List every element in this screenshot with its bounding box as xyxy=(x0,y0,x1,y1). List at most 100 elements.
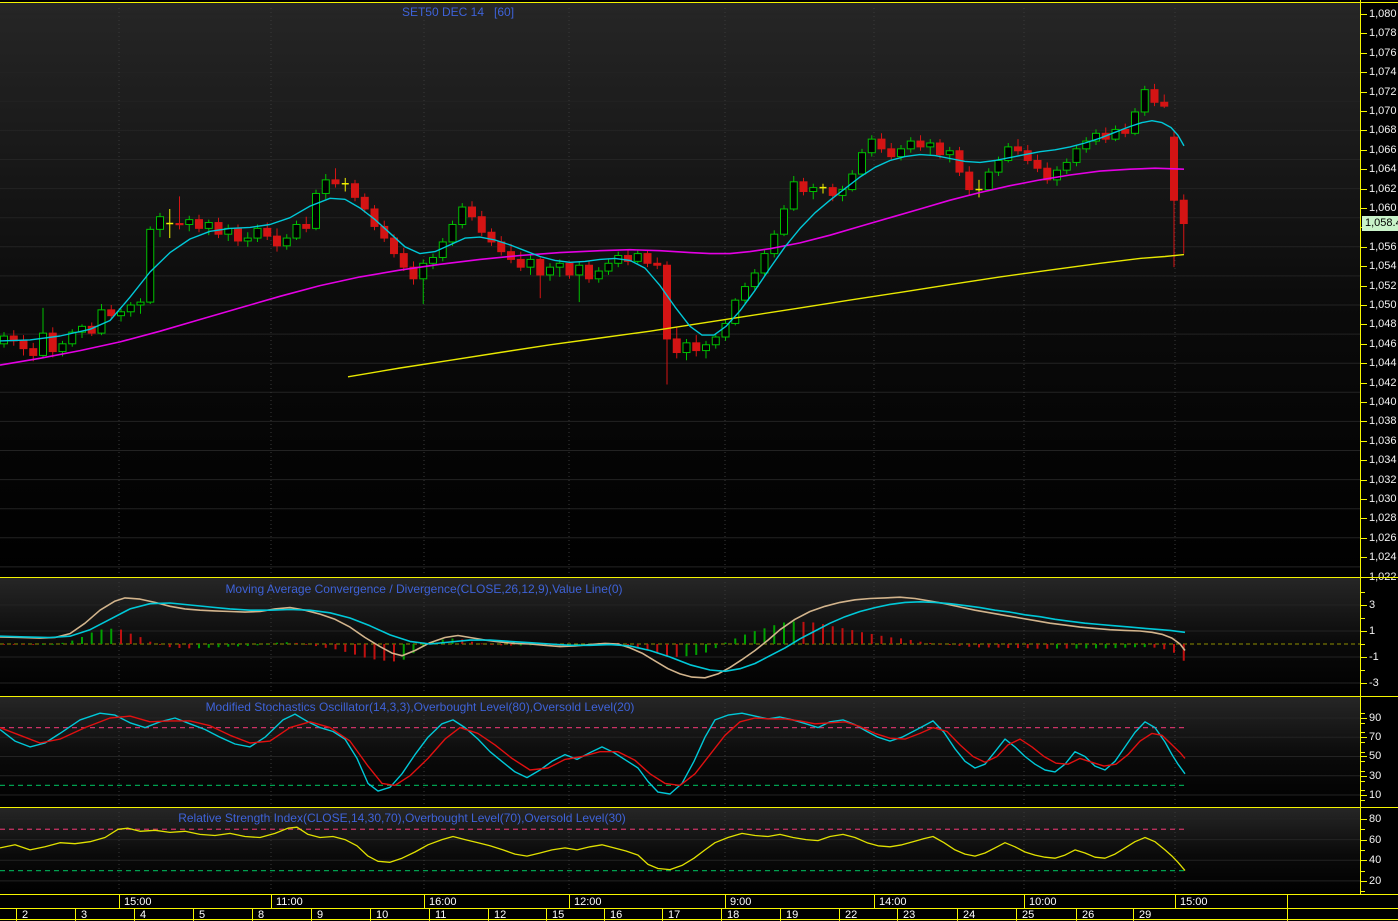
candle-body xyxy=(273,235,281,247)
axis-tick xyxy=(1361,605,1367,606)
axis-tick xyxy=(1361,363,1367,365)
macd-histogram-bar xyxy=(958,644,961,646)
axis-tick xyxy=(1361,14,1367,15)
macd-histogram-bar xyxy=(500,644,503,646)
candle-body xyxy=(1033,159,1042,169)
axis-tick xyxy=(1361,460,1367,462)
candle-body xyxy=(390,237,398,255)
price-axis-label: 1,062 xyxy=(1369,182,1397,195)
rsi-panel-title: Relative Strength Index(CLOSE,14,30,70),… xyxy=(178,811,626,825)
macd-histogram-bar xyxy=(217,644,220,648)
price-axis-label: 1,076 xyxy=(1369,46,1397,59)
macd-histogram-bar xyxy=(880,635,883,644)
candle-body xyxy=(282,237,291,247)
candle-body xyxy=(39,332,47,356)
candle-body xyxy=(702,344,710,352)
axis-tick xyxy=(1361,499,1367,500)
candle-body xyxy=(0,335,8,345)
axis-tick xyxy=(1361,670,1365,671)
candle-body xyxy=(29,348,38,356)
axis-tick xyxy=(1361,770,1365,772)
macd-histogram-bar xyxy=(861,632,863,644)
candle-body xyxy=(351,183,359,198)
macd-histogram-bar xyxy=(110,628,113,644)
axis-tick xyxy=(1361,305,1367,306)
macd-histogram-bar xyxy=(324,644,327,648)
price-axis-label: 1,034 xyxy=(1369,454,1397,467)
candle-body xyxy=(984,171,993,191)
macd-histogram-bar xyxy=(363,644,366,658)
macd-histogram-bar xyxy=(51,644,54,645)
candle-body xyxy=(263,227,272,237)
macd-histogram-bar xyxy=(61,642,64,644)
candle-body xyxy=(458,206,467,225)
price-axis[interactable]: 1,080 1,078 1,076 1,074 1,072 1,070 1,068 1,066… xyxy=(1360,0,1398,895)
candle-body xyxy=(643,253,652,264)
time-tick xyxy=(874,895,875,908)
macd-histogram-bar xyxy=(100,629,103,644)
price-axis-label: 1,038 xyxy=(1369,415,1397,428)
candle-body xyxy=(536,258,545,276)
macd-histogram-bar xyxy=(1173,644,1175,653)
axis-tick xyxy=(1361,382,1367,384)
macd-histogram-bar xyxy=(1104,644,1107,649)
candle-body xyxy=(770,233,779,255)
price-axis-label: 1,046 xyxy=(1369,337,1397,350)
time-tick xyxy=(119,895,120,908)
candle-body xyxy=(146,228,155,303)
candle-body xyxy=(682,342,691,354)
axis-tick xyxy=(1361,732,1365,734)
macd-histogram-bar xyxy=(695,644,698,655)
time-label: 9:00 xyxy=(730,896,752,908)
candle-body xyxy=(994,159,1003,173)
candle-body xyxy=(19,340,28,350)
candle-body xyxy=(828,187,837,196)
macd-histogram-bar xyxy=(978,644,980,648)
axis-tick xyxy=(1361,737,1367,739)
macd-histogram-bar xyxy=(256,644,259,646)
stoch-axis-label: 50 xyxy=(1369,750,1382,763)
macd-histogram-bar xyxy=(22,644,25,645)
bottom-border xyxy=(0,919,1398,920)
macd-histogram-bar xyxy=(510,644,512,646)
macd-histogram-bar xyxy=(1075,644,1078,649)
macd-histogram-bar xyxy=(831,626,834,644)
candle-body xyxy=(58,343,67,353)
macd-histogram-bar xyxy=(3,644,5,645)
candle-body xyxy=(321,179,330,194)
axis-tick xyxy=(1361,717,1367,719)
axis-tick xyxy=(1361,130,1367,132)
macd-histogram-bar xyxy=(948,644,951,646)
axis-tick xyxy=(1361,537,1367,539)
candle-body xyxy=(760,253,769,274)
macd-histogram-bar xyxy=(237,644,239,647)
macd-histogram-bar xyxy=(227,644,230,647)
candle-body xyxy=(653,262,662,266)
axis-tick xyxy=(1361,722,1365,724)
candle-body xyxy=(1014,146,1022,152)
time-label: 15:00 xyxy=(124,896,152,908)
candle-body xyxy=(97,309,106,334)
price-axis-label: 1,050 xyxy=(1369,299,1397,311)
candle-body xyxy=(936,142,944,156)
axis-tick xyxy=(1361,799,1365,801)
candle-body xyxy=(575,264,584,276)
candle-body xyxy=(1072,148,1081,163)
axis-tick xyxy=(1361,324,1367,326)
macd-histogram-bar xyxy=(334,644,337,650)
macd-histogram-bar xyxy=(198,644,200,649)
candle-body xyxy=(750,272,759,288)
macd-histogram-bar xyxy=(1153,644,1156,648)
candle-body xyxy=(302,223,311,229)
macd-histogram-bar xyxy=(402,644,405,660)
time-tick xyxy=(1024,895,1025,908)
macd-histogram-bar xyxy=(246,644,249,646)
candle-body xyxy=(253,227,262,239)
axis-tick xyxy=(1361,285,1367,287)
chart-plot-area[interactable] xyxy=(0,0,1360,895)
macd-axis-label: -1 xyxy=(1369,651,1379,663)
candle-body xyxy=(867,138,876,154)
time-label: 12:00 xyxy=(574,896,602,908)
axis-tick xyxy=(1361,169,1367,171)
candle-body xyxy=(731,299,740,324)
